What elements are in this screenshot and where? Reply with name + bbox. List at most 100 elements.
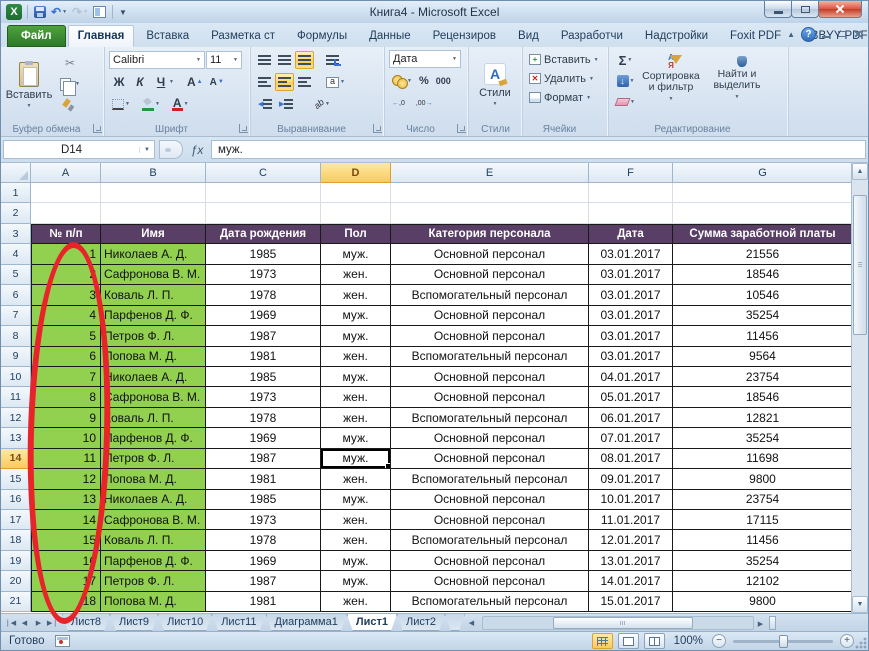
zoom-slider-thumb[interactable] (779, 634, 788, 648)
align-middle-button[interactable] (275, 51, 294, 69)
cell-G11[interactable]: 18546 (673, 387, 853, 408)
print-preview-button[interactable] (92, 3, 107, 21)
close-button[interactable] (818, 1, 862, 18)
row-header-4[interactable]: 4 (1, 244, 31, 265)
dialog-launcher-icon[interactable] (373, 124, 382, 133)
cell-B19[interactable]: Парфенов Д. Ф. (101, 550, 206, 572)
cell-G1[interactable] (673, 183, 853, 204)
italic-button[interactable]: К (130, 73, 150, 91)
cell-E13[interactable]: Основной персонал (391, 428, 589, 449)
tab-split-handle[interactable] (769, 616, 776, 630)
cell-B2[interactable] (101, 203, 206, 224)
page-layout-view-button[interactable] (617, 633, 639, 649)
cell-A5[interactable]: 2 (31, 264, 101, 286)
copy-button[interactable]: ▼ (57, 75, 83, 96)
excel-logo-icon[interactable]: X (6, 4, 22, 20)
cell-G6[interactable]: 10546 (673, 285, 853, 306)
sheet-tab-4[interactable]: Диаграмма1 (266, 614, 347, 631)
cell-E17[interactable]: Основной персонал (391, 510, 589, 531)
first-sheet-icon[interactable]: ❘◀ (4, 616, 17, 629)
cell-F1[interactable] (589, 183, 673, 204)
cell-A20[interactable]: 17 (31, 571, 101, 592)
cell-C1[interactable] (206, 183, 321, 204)
cell-D6[interactable]: жен. (321, 285, 391, 306)
cell-E6[interactable]: Вспомогательный персонал (391, 285, 589, 306)
cell-B5[interactable]: Сафронова В. М. (101, 264, 206, 286)
insert-function-icon[interactable]: ƒx (183, 143, 211, 157)
row-header-17[interactable]: 17 (1, 510, 31, 531)
row-header-8[interactable]: 8 (1, 326, 31, 347)
cell-A3[interactable]: № п/п (31, 223, 101, 245)
cell-E16[interactable]: Основной персонал (391, 489, 589, 510)
fill-button[interactable]: ↓ ▼ (613, 72, 638, 90)
cell-A15[interactable]: 12 (31, 469, 101, 490)
cell-D8[interactable]: муж. (321, 326, 391, 347)
cell-F21[interactable]: 15.01.2017 (589, 591, 673, 613)
cell-B16[interactable]: Николаев А. Д. (101, 489, 206, 510)
decrease-indent-button[interactable]: ◀ (255, 95, 275, 113)
decrease-decimal-button[interactable]: ,00→ (413, 94, 436, 112)
cell-D17[interactable]: жен. (321, 510, 391, 531)
cell-F6[interactable]: 03.01.2017 (589, 285, 673, 306)
cell-D21[interactable]: жен. (321, 591, 391, 613)
cell-E3[interactable]: Категория персонала (391, 223, 589, 245)
cell-F8[interactable]: 03.01.2017 (589, 326, 673, 347)
vertical-scrollbar[interactable]: ▲ ▼ (851, 163, 868, 613)
scroll-right-icon[interactable]: ▶ (754, 617, 767, 630)
resize-grip[interactable] (855, 637, 867, 649)
align-right-button[interactable] (295, 73, 314, 91)
cell-A13[interactable]: 10 (31, 428, 101, 449)
merge-center-button[interactable]: ▼ (323, 73, 348, 91)
cell-F19[interactable]: 13.01.2017 (589, 550, 673, 572)
collapse-ribbon-icon[interactable]: ▲ (787, 30, 795, 39)
row-header-12[interactable]: 12 (1, 407, 31, 429)
cell-C8[interactable]: 1987 (206, 326, 321, 347)
delete-cells-button[interactable]: ✕ Удалить ▼ (527, 69, 604, 88)
cell-G10[interactable]: 23754 (673, 366, 853, 388)
insert-worksheet-button[interactable] (445, 614, 465, 631)
cell-A1[interactable] (31, 183, 101, 204)
cell-C11[interactable]: 1973 (206, 387, 321, 408)
cell-F7[interactable]: 03.01.2017 (589, 305, 673, 327)
cell-F16[interactable]: 10.01.2017 (589, 489, 673, 510)
cell-B10[interactable]: Николаев А. Д. (101, 366, 206, 388)
cell-D16[interactable]: муж. (321, 489, 391, 510)
cell-D12[interactable]: жен. (321, 407, 391, 429)
cell-B3[interactable]: Имя (101, 223, 206, 245)
cell-G15[interactable]: 9800 (673, 469, 853, 490)
cell-G9[interactable]: 9564 (673, 346, 853, 367)
cell-E19[interactable]: Основной персонал (391, 550, 589, 572)
workbook-minimize-icon[interactable] (822, 36, 830, 38)
cell-B11[interactable]: Сафронова В. М. (101, 387, 206, 408)
cell-D1[interactable] (321, 183, 391, 204)
workbook-close-icon[interactable] (854, 30, 862, 38)
cell-D9[interactable]: жен. (321, 346, 391, 367)
cell-F20[interactable]: 14.01.2017 (589, 571, 673, 592)
help-icon[interactable]: ? (801, 26, 816, 42)
cell-E18[interactable]: Вспомогательный персонал (391, 530, 589, 551)
cell-C10[interactable]: 1985 (206, 366, 321, 388)
cell-C13[interactable]: 1969 (206, 428, 321, 449)
row-header-14[interactable]: 14 (1, 448, 31, 470)
scroll-up-icon[interactable]: ▲ (852, 163, 868, 180)
last-sheet-icon[interactable]: ▶❘ (46, 616, 59, 629)
cell-D15[interactable]: жен. (321, 469, 391, 490)
sheet-tab-2[interactable]: Лист10 (158, 614, 212, 631)
row-header-5[interactable]: 5 (1, 264, 31, 286)
cell-D18[interactable]: жен. (321, 530, 391, 551)
cell-A12[interactable]: 9 (31, 407, 101, 429)
cell-F17[interactable]: 11.01.2017 (589, 510, 673, 531)
column-header-F[interactable]: F (589, 163, 673, 183)
cell-G18[interactable]: 11456 (673, 530, 853, 551)
autosum-button[interactable]: Σ ▼ (613, 51, 638, 69)
cell-C18[interactable]: 1978 (206, 530, 321, 551)
cell-B7[interactable]: Парфенов Д. Ф. (101, 305, 206, 327)
cell-C20[interactable]: 1987 (206, 571, 321, 592)
cell-E5[interactable]: Основной персонал (391, 264, 589, 286)
cell-C6[interactable]: 1978 (206, 285, 321, 306)
cell-C2[interactable] (206, 203, 321, 224)
cell-D4[interactable]: муж. (321, 244, 391, 265)
align-top-button[interactable] (255, 51, 274, 69)
cell-C21[interactable]: 1981 (206, 591, 321, 613)
sheet-tab-3[interactable]: Лист11 (212, 614, 265, 631)
